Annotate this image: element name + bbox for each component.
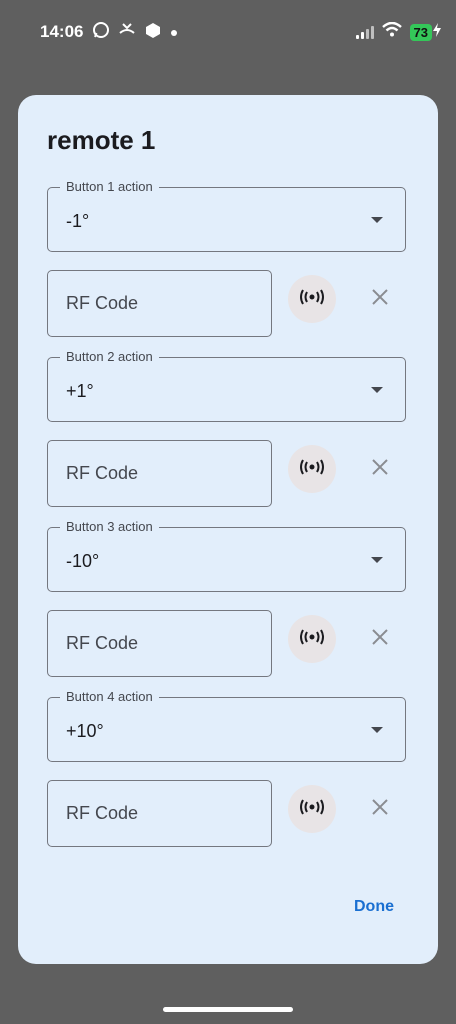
button-2-action-select[interactable]: Button 2 action +1° [47, 349, 406, 422]
select-value: -1° [66, 211, 90, 231]
button-3-clear-button[interactable] [365, 624, 395, 654]
button-1-learn-rf-button[interactable] [288, 275, 336, 323]
button-3-rf-code-input[interactable] [47, 610, 272, 677]
button-2-learn-rf-button[interactable] [288, 445, 336, 493]
button-1-rf-code-input[interactable] [47, 270, 272, 337]
select-label: Button 1 action [60, 179, 159, 195]
battery-icon: 73 [409, 23, 432, 41]
close-icon [371, 458, 389, 481]
button-4-learn-rf-button[interactable] [288, 785, 336, 833]
package-icon [144, 21, 162, 44]
wifi-icon [381, 21, 402, 42]
close-icon [371, 798, 389, 821]
status-time: 14:06 [40, 22, 84, 41]
broadcast-icon [299, 629, 325, 650]
charging-icon [432, 22, 442, 42]
button-1-clear-button[interactable] [365, 284, 395, 314]
done-button[interactable]: Done [354, 898, 394, 916]
button-4-clear-button[interactable] [365, 794, 395, 824]
select-value: +1° [66, 381, 94, 401]
remote-dialog: remote 1 Button 1 action -1° Button 2 ac… [18, 95, 438, 964]
dropdown-arrow-icon [371, 387, 383, 393]
select-label: Button 4 action [60, 689, 159, 705]
status-bar: 14:06 73 [0, 0, 456, 66]
dropdown-arrow-icon [371, 557, 383, 563]
button-3-learn-rf-button[interactable] [288, 615, 336, 663]
dot-icon [170, 24, 178, 42]
dropdown-arrow-icon [371, 217, 383, 223]
button-4-rf-code-input[interactable] [47, 780, 272, 847]
home-indicator[interactable] [163, 1007, 293, 1012]
dialog-title: remote 1 [47, 125, 156, 155]
close-icon [371, 628, 389, 651]
select-value: +10° [66, 721, 104, 741]
button-2-clear-button[interactable] [365, 454, 395, 484]
broadcast-icon [299, 799, 325, 820]
select-label: Button 2 action [60, 349, 159, 365]
select-label: Button 3 action [60, 519, 159, 535]
select-value: -10° [66, 551, 100, 571]
missed-call-icon [118, 21, 136, 44]
whatsapp-icon [92, 21, 110, 44]
button-4-action-select[interactable]: Button 4 action +10° [47, 689, 406, 762]
broadcast-icon [299, 459, 325, 480]
system-icons: 73 [355, 21, 442, 42]
close-icon [371, 288, 389, 311]
button-3-action-select[interactable]: Button 3 action -10° [47, 519, 406, 592]
notification-icons [92, 21, 178, 44]
button-2-rf-code-input[interactable] [47, 440, 272, 507]
signal-icon [355, 25, 374, 39]
dropdown-arrow-icon [371, 727, 383, 733]
button-1-action-select[interactable]: Button 1 action -1° [47, 179, 406, 252]
broadcast-icon [299, 289, 325, 310]
